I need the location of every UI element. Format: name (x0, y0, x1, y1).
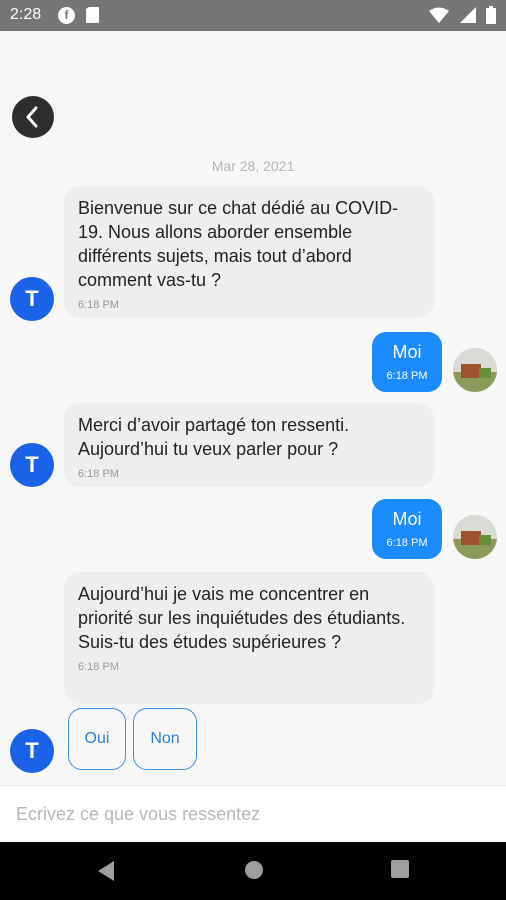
status-right-icons (423, 6, 496, 26)
back-button[interactable] (12, 96, 54, 138)
message-time: 6:18 PM (386, 537, 428, 549)
nav-home-icon[interactable] (244, 860, 264, 880)
user-message: Moi 6:18 PM (372, 499, 442, 559)
sim-card-icon (86, 7, 99, 23)
chevron-left-icon (26, 106, 38, 128)
user-avatar (453, 348, 497, 392)
quick-reply-non-button[interactable]: Non (133, 708, 197, 770)
message-text: Merci d’avoir partagé ton ressenti. Aujo… (78, 415, 350, 459)
quick-reply-oui-button[interactable]: Oui (68, 708, 126, 770)
message-input[interactable] (16, 798, 486, 830)
bot-avatar: T (10, 729, 54, 773)
message-input-bar (0, 785, 506, 842)
bot-message: Aujourd’hui je vais me concentrer en pri… (64, 572, 434, 704)
bot-message: Bienvenue sur ce chat dédié au COVID-19.… (64, 186, 434, 318)
message-text: Aujourd’hui je vais me concentrer en pri… (78, 584, 406, 652)
user-avatar (453, 515, 497, 559)
bot-avatar: T (10, 277, 54, 321)
message-time: 6:18 PM (386, 370, 428, 382)
battery-icon (486, 6, 496, 24)
bot-avatar: T (10, 443, 54, 487)
user-photo-icon (453, 515, 497, 559)
message-text: Bienvenue sur ce chat dédié au COVID-19.… (78, 198, 399, 290)
user-photo-icon (453, 348, 497, 392)
nav-back-icon[interactable] (96, 860, 116, 882)
status-bar: 2:28 f (0, 0, 506, 31)
wifi-icon (429, 7, 450, 23)
user-message: Moi 6:18 PM (372, 332, 442, 392)
chat-date: Mar 28, 2021 (211, 158, 295, 174)
bot-message: Merci d’avoir partagé ton ressenti. Aujo… (64, 403, 434, 487)
signal-icon (459, 7, 476, 23)
status-time: 2:28 (10, 6, 42, 23)
nav-recents-icon[interactable] (391, 860, 409, 878)
message-text: Moi (392, 509, 422, 529)
message-time: 6:18 PM (78, 299, 119, 311)
message-time: 6:18 PM (78, 661, 119, 673)
flipboard-icon: f (58, 7, 75, 24)
system-nav-bar (0, 842, 506, 900)
message-text: Moi (392, 342, 422, 362)
message-time: 6:18 PM (78, 468, 119, 480)
